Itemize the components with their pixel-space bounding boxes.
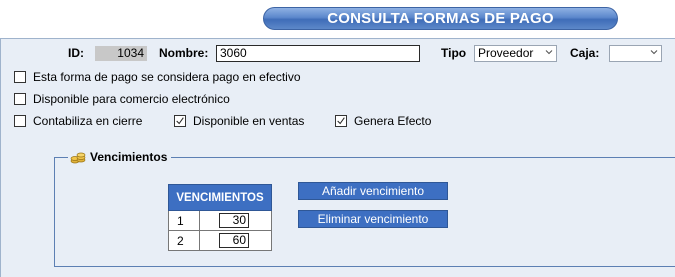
- vencimientos-table-header: VENCIMIENTOS: [168, 184, 272, 211]
- id-value: 1034: [95, 46, 147, 61]
- row-value-cell: 30: [199, 210, 272, 231]
- nombre-label: Nombre:: [159, 46, 209, 60]
- row-number: 1: [168, 210, 200, 231]
- caja-label: Caja:: [570, 46, 600, 60]
- table-row: 1 30: [168, 210, 272, 231]
- vencimiento-days-input[interactable]: 30: [219, 213, 249, 228]
- contabiliza-cierre-checkbox[interactable]: [14, 115, 26, 127]
- tipo-select-value: Proveedor: [478, 46, 534, 60]
- vencimientos-table: VENCIMIENTOS 1 30 2 60: [168, 184, 272, 251]
- coins-icon: [70, 152, 86, 164]
- genera-efecto-label: Genera Efecto: [354, 114, 432, 128]
- contabiliza-cierre-label: Contabiliza en cierre: [33, 114, 143, 128]
- checkmark-icon: [337, 117, 345, 125]
- tipo-label: Tipo: [441, 46, 467, 60]
- page-title: CONSULTA FORMAS DE PAGO: [263, 7, 618, 30]
- comercio-electronico-checkbox[interactable]: [14, 93, 26, 105]
- pago-efectivo-label: Esta forma de pago se considera pago en …: [33, 70, 301, 84]
- tipo-select[interactable]: Proveedor: [474, 45, 557, 62]
- genera-efecto-checkbox[interactable]: [335, 115, 347, 127]
- row-number: 2: [168, 230, 200, 251]
- nombre-input[interactable]: 3060: [216, 45, 420, 62]
- delete-vencimiento-button[interactable]: Eliminar vencimiento: [298, 210, 448, 228]
- checkmark-icon: [176, 117, 184, 125]
- chevron-down-icon: [650, 50, 658, 55]
- id-label: ID:: [68, 46, 84, 60]
- vencimientos-legend-label: Vencimientos: [90, 150, 168, 164]
- add-vencimiento-button[interactable]: Añadir vencimiento: [298, 182, 448, 200]
- pago-efectivo-checkbox[interactable]: [14, 71, 26, 83]
- chevron-down-icon: [545, 50, 553, 55]
- vencimientos-legend: Vencimientos: [68, 149, 172, 165]
- table-row: 2 60: [168, 230, 272, 251]
- disponible-ventas-checkbox[interactable]: [174, 115, 186, 127]
- vencimiento-days-input[interactable]: 60: [219, 233, 249, 248]
- disponible-ventas-label: Disponible en ventas: [193, 114, 305, 128]
- comercio-electronico-label: Disponible para comercio electrónico: [33, 92, 230, 106]
- caja-select[interactable]: [609, 45, 662, 62]
- row-value-cell: 60: [199, 230, 272, 251]
